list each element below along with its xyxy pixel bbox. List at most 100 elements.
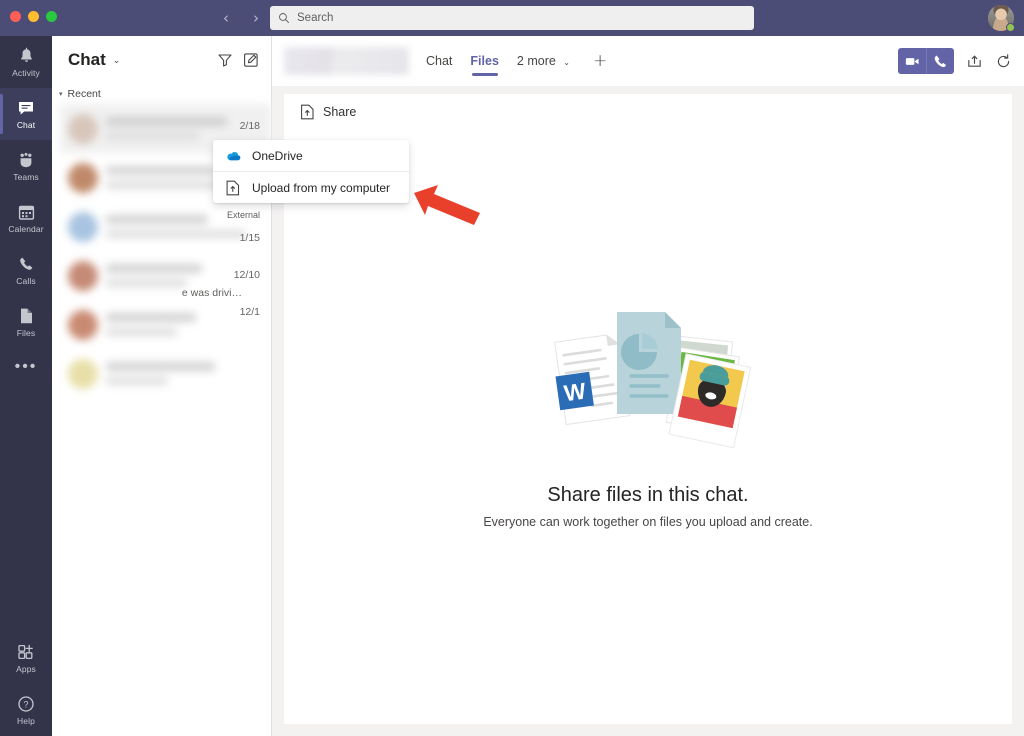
- chat-preview-blurred: [106, 328, 177, 336]
- compose-new-chat-icon[interactable]: [243, 52, 259, 68]
- recent-section-header[interactable]: ▾ Recent: [52, 84, 271, 104]
- tab-label: Chat: [426, 54, 452, 68]
- sidebar-item-calendar[interactable]: Calendar: [0, 192, 52, 244]
- more-ellipsis-icon: •••: [15, 357, 38, 377]
- teams-app-window: ‹ › Search Activity: [0, 0, 1024, 736]
- avatar: [68, 310, 98, 340]
- documents-and-photos-illustration: W: [543, 304, 753, 464]
- chat-title-blurred: [284, 47, 409, 75]
- status-badge: [1006, 23, 1015, 32]
- sidebar-item-more[interactable]: •••: [0, 348, 52, 386]
- list-item-body: [106, 215, 261, 238]
- filter-icon[interactable]: [217, 52, 233, 68]
- chevron-down-icon[interactable]: ⌄: [113, 55, 121, 66]
- back-arrow-icon[interactable]: ‹: [215, 7, 237, 29]
- app-rail-bottom: Apps ? Help: [0, 632, 52, 736]
- apps-grid-icon: [17, 642, 35, 662]
- sidebar-item-label: Chat: [17, 120, 35, 130]
- share-button[interactable]: Share: [323, 105, 356, 119]
- sidebar-item-help[interactable]: ? Help: [0, 684, 52, 736]
- search-input[interactable]: Search: [270, 6, 754, 30]
- avatar: [68, 163, 98, 193]
- onedrive-cloud-icon: [225, 148, 241, 164]
- minimize-window-button[interactable]: [28, 11, 39, 22]
- files-empty-state: W: [284, 304, 1012, 529]
- chat-tabs: Chat Files 2 more ⌄ +: [425, 39, 607, 84]
- list-item[interactable]: [60, 202, 271, 251]
- sidebar-item-label: Help: [17, 716, 35, 726]
- sidebar-item-files[interactable]: Files: [0, 296, 52, 348]
- title-bar: ‹ › Search: [0, 0, 1024, 36]
- chat-name-blurred: [106, 362, 215, 371]
- page-title: Chat: [68, 50, 106, 70]
- avatar: [68, 114, 98, 144]
- search-icon: [278, 12, 290, 24]
- sidebar-item-teams[interactable]: Teams: [0, 140, 52, 192]
- window-traffic-lights: [10, 11, 57, 22]
- share-toolbar: Share: [284, 94, 1012, 130]
- list-item[interactable]: [60, 251, 271, 300]
- chat-pane-header: Chat ⌄: [52, 36, 271, 84]
- chevron-down-icon: ⌄: [563, 58, 570, 67]
- menu-item-label: Upload from my computer: [252, 181, 390, 195]
- forward-arrow-icon[interactable]: ›: [245, 7, 267, 29]
- chevron-down-icon: ▾: [59, 90, 63, 98]
- recent-section-label: Recent: [68, 88, 101, 100]
- chat-name-blurred: [106, 313, 196, 322]
- chat-bubble-icon: [17, 98, 35, 118]
- menu-item-onedrive[interactable]: OneDrive: [213, 140, 409, 171]
- sidebar-item-label: Calls: [16, 276, 35, 286]
- chat-preview-blurred: [106, 279, 187, 287]
- search-placeholder-text: Search: [297, 12, 333, 24]
- sidebar-item-label: Files: [17, 328, 35, 338]
- share-dropdown-menu: OneDrive Upload from my computer: [213, 140, 409, 203]
- avatar: [68, 359, 98, 389]
- file-icon: [19, 306, 34, 326]
- sidebar-item-apps[interactable]: Apps: [0, 632, 52, 684]
- sidebar-item-chat[interactable]: Chat: [0, 88, 52, 140]
- tab-files[interactable]: Files: [469, 39, 500, 84]
- list-item-body: [106, 117, 261, 140]
- bell-icon: [18, 46, 35, 66]
- chat-name-blurred: [106, 117, 227, 126]
- tab-label: Files: [470, 54, 499, 68]
- sidebar-item-label: Apps: [16, 664, 36, 674]
- list-item-body: [106, 362, 261, 385]
- open-in-new-window-icon[interactable]: [966, 53, 983, 70]
- empty-state-subtitle: Everyone can work together on files you …: [483, 515, 812, 529]
- chat-pane-actions: [217, 52, 259, 68]
- upload-file-icon: [225, 180, 241, 196]
- chat-preview-blurred: [106, 132, 199, 140]
- phone-icon: [18, 254, 35, 274]
- chat-preview-blurred: [106, 230, 246, 238]
- menu-item-upload-from-computer[interactable]: Upload from my computer: [213, 172, 409, 203]
- tab-more[interactable]: 2 more ⌄: [516, 39, 571, 84]
- call-button-group: [898, 48, 954, 74]
- chat-name-blurred: [106, 264, 202, 273]
- navigation-arrows: ‹ ›: [215, 7, 267, 29]
- audio-call-button[interactable]: [926, 48, 954, 74]
- maximize-window-button[interactable]: [46, 11, 57, 22]
- video-camera-icon: [904, 53, 921, 70]
- sidebar-item-label: Teams: [13, 172, 39, 182]
- refresh-icon[interactable]: [995, 53, 1012, 70]
- list-item-body: [106, 313, 261, 336]
- sidebar-item-activity[interactable]: Activity: [0, 36, 52, 88]
- avatar: [68, 261, 98, 291]
- svg-text:?: ?: [23, 700, 28, 710]
- list-item[interactable]: [60, 300, 271, 349]
- svg-text:W: W: [562, 378, 587, 407]
- add-tab-button[interactable]: +: [593, 53, 607, 70]
- phone-icon: [932, 53, 949, 70]
- tab-chat[interactable]: Chat: [425, 39, 453, 84]
- video-call-button[interactable]: [898, 48, 926, 74]
- close-window-button[interactable]: [10, 11, 21, 22]
- sidebar-item-calls[interactable]: Calls: [0, 244, 52, 296]
- tab-label: 2 more: [517, 54, 556, 68]
- chat-header: Chat Files 2 more ⌄ +: [272, 36, 1024, 86]
- chat-preview-blurred: [106, 377, 168, 385]
- list-item-body: [106, 264, 261, 287]
- list-item[interactable]: [60, 349, 271, 398]
- chat-name-blurred: [106, 166, 215, 175]
- calendar-icon: [18, 202, 35, 222]
